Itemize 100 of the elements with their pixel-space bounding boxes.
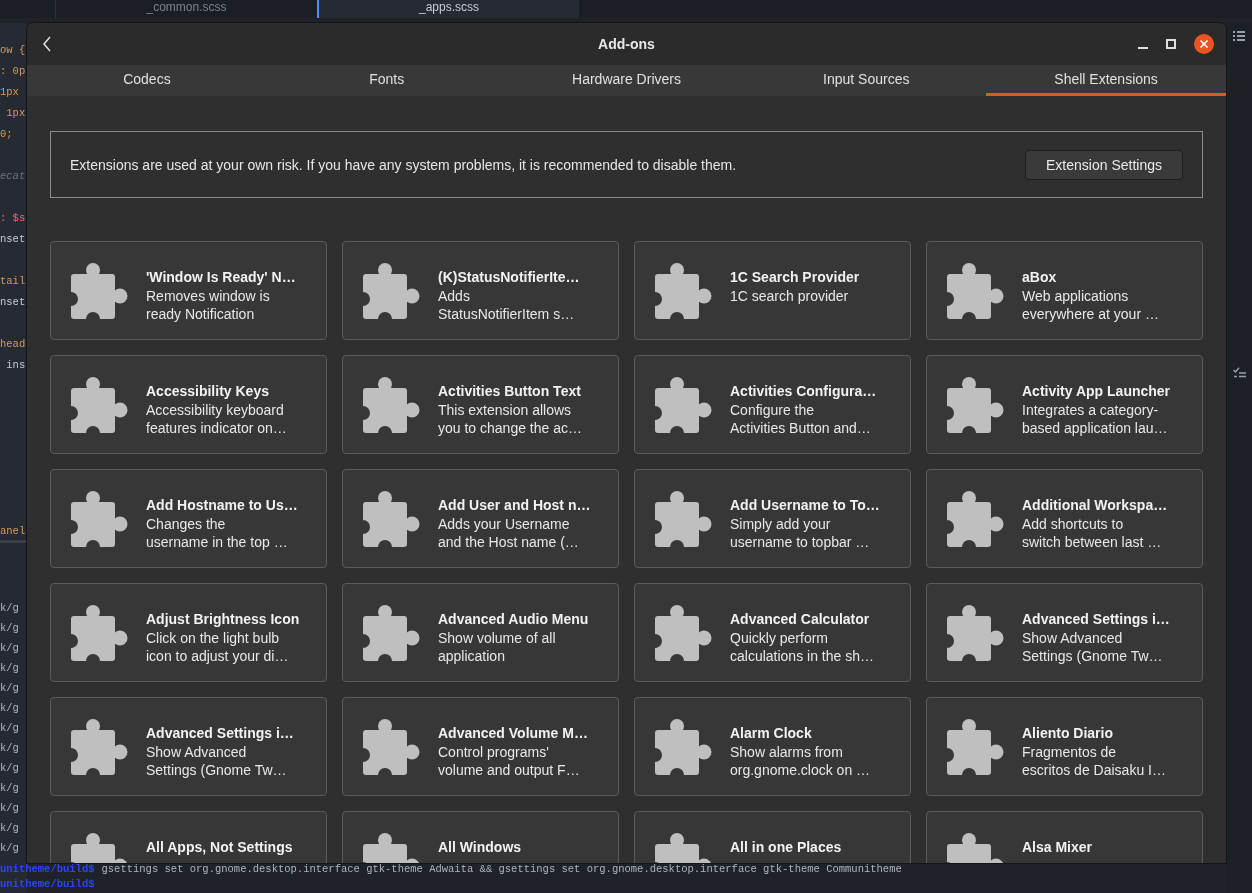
extension-card[interactable]: Advanced Settings i… Show Advanced Settings (Gnome Tw…	[926, 583, 1203, 682]
extension-description: 1C search provider	[730, 287, 850, 305]
extension-card[interactable]: Aliento Diario Fragmentos de escritos de Daisaku I…	[926, 697, 1203, 796]
extension-card[interactable]: (K)StatusNotifierIte… Adds StatusNotifierItem s…	[342, 241, 619, 340]
extension-card[interactable]: Activities Configura… Configure the Activities Button and…	[634, 355, 911, 454]
extension-card[interactable]: Advanced Settings i… Show Advanced Settings (Gnome Tw…	[50, 697, 327, 796]
extension-title: Activities Configura…	[730, 382, 877, 400]
extension-description: Simply add your username to topbar …	[730, 515, 871, 551]
extension-description: Web applications everywhere at your …	[1022, 287, 1159, 323]
extension-card[interactable]: Additional Workspa… Add shortcuts to switch between last …	[926, 469, 1203, 568]
puzzle-piece-icon	[655, 262, 712, 319]
puzzle-piece-icon	[947, 262, 1004, 319]
code-line: 1px	[0, 85, 20, 100]
extension-description: Add shortcuts to switch between last …	[1022, 515, 1163, 551]
extension-card[interactable]: Add Username to To… Simply add your username to topbar …	[634, 469, 911, 568]
tab[interactable]: Hardware Drivers	[506, 65, 747, 96]
terminal-line: k/g	[0, 721, 20, 736]
extension-description: This extension allows you to change the ac…	[438, 401, 582, 437]
puzzle-piece-icon	[363, 718, 420, 775]
puzzle-piece-icon	[71, 718, 128, 775]
extension-title: (K)StatusNotifierIte…	[438, 268, 580, 286]
code-line: anel	[0, 524, 27, 539]
extension-title: Add Username to To…	[730, 496, 880, 514]
puzzle-piece-icon	[71, 262, 128, 319]
code-line: head	[0, 337, 27, 352]
extension-card[interactable]: Activities Button Text This extension allows you to change the ac…	[342, 355, 619, 454]
extension-title: Activity App Launcher	[1022, 382, 1171, 400]
extension-card[interactable]: Accessibility Keys Accessibility keyboard features indicator on…	[50, 355, 327, 454]
code-line: nset	[0, 295, 27, 310]
extension-description: Accessibility keyboard features indicator on…	[146, 401, 287, 437]
extension-title: Aliento Diario	[1022, 724, 1114, 742]
code-line: tail	[0, 274, 27, 289]
code-line: nset	[0, 232, 27, 247]
extension-card[interactable]: Advanced Audio Menu Show volume of all application	[342, 583, 619, 682]
extension-description: Show Advanced Settings (Gnome Tw…	[1022, 629, 1164, 665]
extension-card[interactable]: 'Window Is Ready' N… Removes window is ready Notification	[50, 241, 327, 340]
extension-card[interactable]: Advanced Calculator Quickly perform calculations in the sh…	[634, 583, 911, 682]
extension-card[interactable]: Advanced Volume M… Control programs' volume and output F…	[342, 697, 619, 796]
extension-title: All Apps, Not Settings	[146, 838, 293, 856]
extension-card[interactable]: Activity App Launcher Integrates a category- based application lau…	[926, 355, 1203, 454]
extension-card[interactable]: 1C Search Provider 1C search provider	[634, 241, 911, 340]
puzzle-piece-icon	[363, 490, 420, 547]
puzzle-piece-icon	[71, 376, 128, 433]
extension-card[interactable]: Alarm Clock Show alarms from org.gnome.clock on …	[634, 697, 911, 796]
terminal-line: k/g	[0, 761, 20, 776]
terminal-line: k/g	[0, 801, 20, 816]
extension-card[interactable]: Alsa Mixer	[926, 811, 1203, 863]
maximize-icon[interactable]	[1166, 39, 1176, 49]
extension-title: Advanced Volume M…	[438, 724, 588, 742]
extension-card[interactable]: Add User and Host n… Adds your Username and the Host name (…	[342, 469, 619, 568]
puzzle-piece-icon	[947, 718, 1004, 775]
extension-card[interactable]: aBox Web applications everywhere at your …	[926, 241, 1203, 340]
puzzle-piece-icon	[947, 376, 1004, 433]
extension-description: Integrates a category- based application lau…	[1022, 401, 1169, 437]
tab[interactable]: Shell Extensions	[986, 65, 1226, 96]
code-line: 1px	[5, 106, 27, 121]
terminal-line: k/g	[0, 701, 20, 716]
extension-title: 1C Search Provider	[730, 268, 860, 286]
extension-title: Activities Button Text	[438, 382, 582, 400]
code-line: ecat	[0, 169, 27, 184]
terminal-line: k/g	[0, 621, 20, 636]
tab[interactable]: Codecs	[27, 65, 267, 96]
extension-card[interactable]: Add Hostname to Us… Changes the username in the top …	[50, 469, 327, 568]
checklist-icon[interactable]	[1232, 367, 1246, 378]
extension-title: aBox	[1022, 268, 1058, 286]
extension-settings-button[interactable]: Extension Settings	[1025, 149, 1183, 180]
extension-title: Add Hostname to Us…	[146, 496, 298, 514]
terminal-prompt: unitheme/build$	[0, 877, 95, 892]
close-icon[interactable]	[1194, 34, 1214, 54]
terminal-prompt: unitheme/build$	[0, 862, 95, 877]
extension-card[interactable]: All Windows	[342, 811, 619, 863]
terminal-line: k/g	[0, 601, 20, 616]
extension-title: Advanced Settings i…	[146, 724, 294, 742]
tab[interactable]: Fonts	[266, 65, 507, 96]
puzzle-piece-icon	[655, 490, 712, 547]
terminal-line: k/g	[0, 841, 20, 856]
back-icon[interactable]	[41, 35, 53, 53]
editor-tab[interactable]: _apps.scss	[317, 0, 579, 18]
extension-description: Show volume of all application	[438, 629, 557, 665]
tab[interactable]: Input Sources	[746, 65, 987, 96]
puzzle-piece-icon	[655, 376, 712, 433]
extension-title: Accessibility Keys	[146, 382, 270, 400]
list-icon[interactable]	[1233, 31, 1245, 41]
extension-card[interactable]: All in one Places	[634, 811, 911, 863]
puzzle-piece-icon	[363, 604, 420, 661]
code-line: 0;	[0, 127, 14, 142]
extension-description: Fragmentos de escritos de Daisaku I…	[1022, 743, 1166, 779]
extension-card[interactable]: All Apps, Not Settings	[50, 811, 327, 863]
puzzle-piece-icon	[71, 604, 128, 661]
extension-title: All in one Places	[730, 838, 842, 856]
extension-title: Additional Workspa…	[1022, 496, 1168, 514]
terminal-line: k/g	[0, 781, 20, 796]
extension-title: Adjust Brightness Icon	[146, 610, 300, 628]
extension-description: Removes window is ready Notification	[146, 287, 271, 323]
extension-description: Changes the username in the top …	[146, 515, 289, 551]
terminal-command: gsettings set org.gnome.desktop.interface gtk-theme Adwaita && gsettings set org.gnome.desktop.interface gtk-theme Communitheme	[101, 862, 902, 877]
extension-card[interactable]: Adjust Brightness Icon Click on the light bulb icon to adjust your di…	[50, 583, 327, 682]
extension-title: 'Window Is Ready' N…	[146, 268, 296, 286]
code-line: : 0p	[0, 64, 27, 79]
extension-title: All Windows	[438, 838, 522, 856]
